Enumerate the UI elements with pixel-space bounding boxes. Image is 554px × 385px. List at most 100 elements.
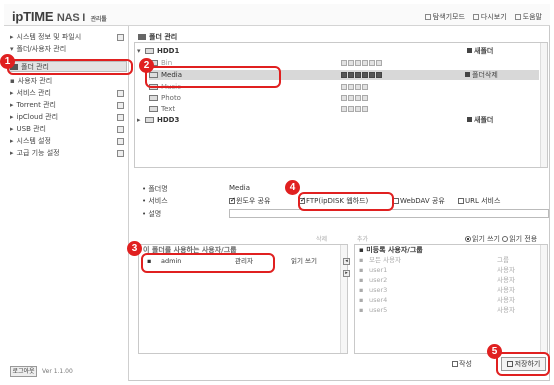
- callout-badge-5: 5: [487, 344, 502, 359]
- help-link[interactable]: 도움말: [514, 12, 542, 22]
- radio-read-write[interactable]: 읽기 쓰기: [465, 235, 500, 243]
- user-icon: ▪: [359, 266, 364, 274]
- callout-badge-2: 2: [139, 58, 154, 73]
- list-item[interactable]: ▪ user3 사용자: [355, 286, 547, 295]
- folder-icon: [149, 106, 158, 112]
- list-item[interactable]: ▪ 모든 사용자 그룹: [355, 256, 547, 265]
- refresh-icon: [472, 14, 479, 20]
- logo: ipTIME NAS I 관리툴: [12, 9, 107, 24]
- user-icon: ▪: [359, 276, 364, 284]
- menu-icon: [117, 126, 124, 133]
- unassigned-users-list: ▪ 미등록 사용자/그룹 ▪ 모든 사용자 그룹 ▪ user1 사용자 ▪ user2 사…: [354, 244, 548, 354]
- drive-icon: [145, 117, 154, 123]
- add-user-button[interactable]: 추가: [357, 234, 368, 243]
- new-folder-button[interactable]: 새폴더: [467, 46, 493, 56]
- sidebar-item-folder-user[interactable]: ▾ 폴더/사용자 관리: [10, 44, 126, 55]
- top-links: 탐색기모드 다시보기 도움말: [424, 12, 542, 22]
- menu-icon: [117, 34, 124, 41]
- permission-flags: [341, 106, 368, 112]
- folder-name-label: • 폴더명: [142, 185, 168, 193]
- service-url[interactable]: URL 서비스: [458, 196, 500, 206]
- tree-scrollbar[interactable]: [540, 43, 547, 167]
- sidebar-item-usb[interactable]: ▸ USB 관리: [10, 124, 126, 135]
- highlight-ftp-service: [298, 192, 394, 211]
- remove-user-button[interactable]: 삭제: [316, 234, 327, 243]
- write-icon: [452, 361, 458, 367]
- page-title: 폴더 관리: [138, 32, 177, 42]
- permission-flags: [341, 95, 368, 101]
- menu-icon: [117, 138, 124, 145]
- triangle-right-icon: ▸: [10, 137, 14, 145]
- drive-icon: [145, 48, 154, 54]
- permission-flags: [341, 72, 382, 78]
- sidebar-item-ipcloud[interactable]: ▸ ipCloud 관리: [10, 112, 126, 123]
- menu-icon: [117, 90, 124, 97]
- help-icon: [514, 14, 521, 20]
- menu-icon: [117, 114, 124, 121]
- list-item[interactable]: ▪ user4 사용자: [355, 296, 547, 305]
- list-header: ▪ 미등록 사용자/그룹: [359, 246, 423, 254]
- triangle-right-icon: ▸: [10, 113, 14, 121]
- sidebar-item-user-manage[interactable]: ▪ 사용자 관리: [10, 76, 126, 87]
- move-left-icon[interactable]: ◂: [343, 258, 350, 265]
- sidebar-item-system-info[interactable]: ▸ 시스템 정보 및 파일시: [10, 32, 126, 43]
- description-label: • 설명: [142, 210, 162, 218]
- tree-row-hdd1[interactable]: ▾ HDD1 새폴더: [137, 46, 539, 56]
- list-item[interactable]: ▪ user5 사용자: [355, 306, 547, 315]
- refresh-link[interactable]: 다시보기: [472, 12, 507, 22]
- new-folder-button[interactable]: 새폴더: [467, 115, 493, 125]
- triangle-right-icon: ▸: [10, 33, 14, 41]
- callout-badge-1: 1: [0, 54, 15, 69]
- tree-row-text[interactable]: Text: [149, 104, 551, 114]
- service-webdav[interactable]: WebDAV 공유: [393, 196, 445, 206]
- sidebar-item-service[interactable]: ▸ 서비스 관리: [10, 88, 126, 99]
- triangle-right-icon: ▸: [10, 89, 14, 97]
- checkbox-icon[interactable]: [458, 198, 464, 204]
- radio-icon[interactable]: [465, 236, 471, 242]
- logout-button[interactable]: 로그아웃: [10, 366, 37, 377]
- tree-row-photo[interactable]: Photo: [149, 93, 551, 103]
- permission-flags: [341, 84, 368, 90]
- sidebar-item-system-settings[interactable]: ▸ 시스템 설정: [10, 136, 126, 147]
- triangle-right-icon: ▸: [10, 101, 14, 109]
- delete-icon: [465, 72, 470, 77]
- user-icon: ▪: [10, 77, 15, 85]
- radio-icon[interactable]: [502, 236, 509, 242]
- triangle-right-icon: ▸: [10, 125, 14, 133]
- chevron-down-icon[interactable]: ▾: [137, 46, 145, 56]
- highlight-media-folder: [145, 66, 281, 88]
- folder-name-value: Media: [229, 184, 251, 192]
- tree-row-hdd3[interactable]: ▸ HDD3 새폴더: [137, 115, 539, 125]
- sidebar: ▸ 시스템 정보 및 파일시 ▾ 폴더/사용자 관리 폴더 관리 ▪ 사용자 관리 ▸…: [4, 26, 129, 381]
- highlight-save-button: [496, 352, 550, 376]
- menu-icon: [117, 150, 124, 157]
- chevron-right-icon[interactable]: ▸: [137, 115, 145, 125]
- user-icon: ▪: [359, 306, 364, 314]
- highlight-folder-manage: [7, 59, 133, 75]
- service-windows-share[interactable]: 윈도우 공유: [229, 196, 270, 206]
- folder-tree: ▾ HDD1 새폴더 Bin Media 폴더삭제 Music Photo Tex…: [134, 42, 548, 168]
- explorer-mode-link[interactable]: 탐색기모드: [424, 12, 465, 22]
- delete-folder-button[interactable]: 폴더삭제: [465, 70, 498, 80]
- write-button[interactable]: 작성: [452, 359, 472, 369]
- user-icon: ▪: [359, 286, 364, 294]
- sidebar-item-advanced[interactable]: ▸ 고급 기능 설정: [10, 148, 126, 159]
- radio-read-only[interactable]: 읽기 전용: [502, 235, 537, 243]
- triangle-right-icon: ▸: [10, 149, 14, 157]
- triangle-down-icon: ▾: [10, 45, 14, 53]
- user-icon: ▪: [359, 296, 364, 304]
- list-item[interactable]: ▪ user2 사용자: [355, 276, 547, 285]
- permission-flags: [341, 60, 382, 66]
- group-icon: ▪: [359, 256, 364, 264]
- list-item[interactable]: ▪ user1 사용자: [355, 266, 547, 275]
- plus-icon: [467, 117, 472, 122]
- folder-icon: [138, 34, 146, 40]
- highlight-admin-user: [141, 253, 275, 273]
- callout-badge-4: 4: [285, 180, 300, 195]
- service-label: • 서비스: [142, 197, 168, 205]
- callout-badge-3: 3: [127, 241, 142, 256]
- sidebar-item-torrent[interactable]: ▸ Torrent 관리: [10, 100, 126, 111]
- move-right-icon[interactable]: ▸: [343, 270, 350, 277]
- checkbox-icon[interactable]: [229, 196, 236, 204]
- unassigned-scrollbar[interactable]: [540, 245, 547, 353]
